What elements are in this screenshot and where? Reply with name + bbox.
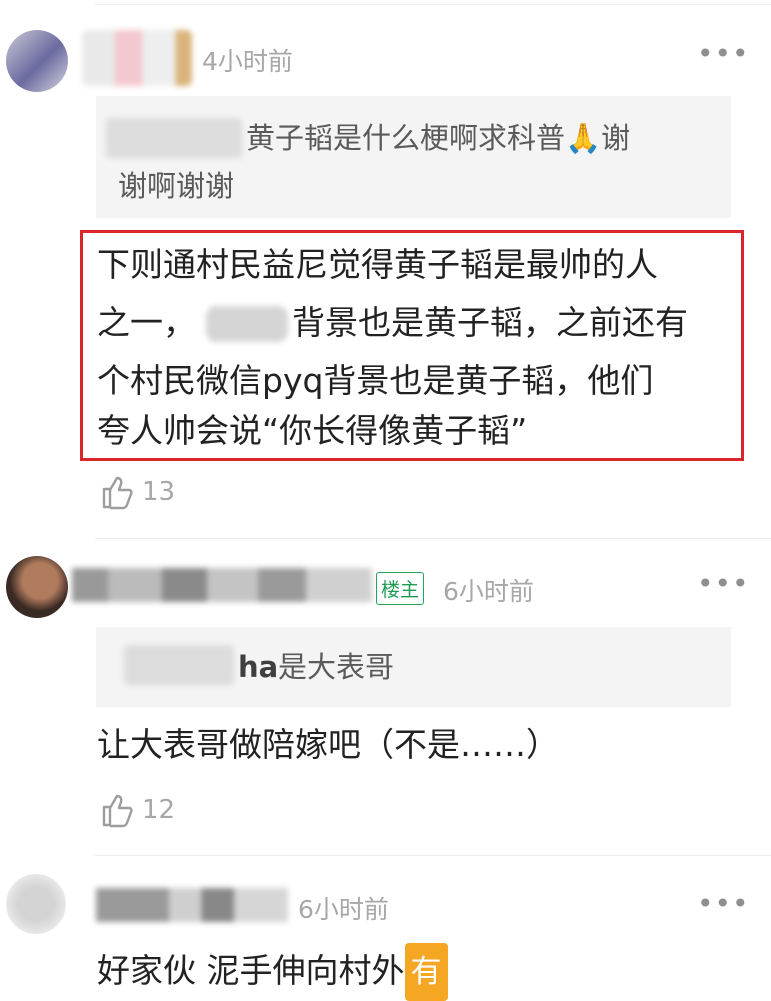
comment-line-1: 下则通村民益尼觉得黄子韬是最帅的人	[97, 245, 658, 284]
highlight-badge: 有	[404, 943, 448, 1001]
comment-text: 好家伙 泥手伸向村外	[97, 951, 405, 990]
op-badge: 楼主	[376, 572, 425, 605]
quote-text: 是大表哥	[278, 650, 395, 684]
more-dots-icon[interactable]: •••	[697, 890, 750, 918]
comment-body: 好家伙 泥手伸向村外有	[97, 942, 448, 1001]
quote-author-suffix: ha	[238, 650, 279, 684]
comment-divider	[95, 855, 771, 856]
blurred-name	[206, 306, 288, 342]
like-count: 13	[142, 477, 176, 507]
blurred-quote-author	[106, 118, 242, 158]
thumbs-up-icon	[100, 474, 134, 510]
quoted-comment[interactable]: ha 是大表哥	[96, 627, 731, 707]
comment-line-2a: 之一，	[97, 303, 196, 342]
avatar[interactable]	[6, 556, 68, 618]
comment-time: 6小时前	[298, 895, 389, 924]
comment-line-4: 夸人帅会说“你长得像黄子韬”	[97, 411, 528, 450]
avatar[interactable]	[6, 30, 68, 92]
blurred-username	[72, 568, 372, 602]
blurred-username	[82, 30, 192, 86]
like-button[interactable]: 13	[100, 474, 175, 510]
avatar[interactable]	[6, 874, 66, 934]
thumbs-up-icon	[100, 792, 134, 828]
top-divider	[95, 4, 771, 5]
more-dots-icon[interactable]: •••	[697, 570, 750, 598]
comment-divider	[95, 538, 771, 539]
comment-time: 6小时前	[443, 577, 534, 606]
like-button[interactable]: 12	[100, 792, 175, 828]
comment-body: 让大表哥做陪嫁吧（不是……）	[97, 725, 559, 764]
blurred-username	[96, 888, 288, 922]
more-dots-icon[interactable]: •••	[697, 40, 750, 68]
like-count: 12	[142, 795, 176, 825]
blurred-quote-author	[124, 645, 234, 685]
quote-line-2: 谢啊谢谢	[118, 169, 235, 203]
comment-time: 4小时前	[202, 47, 293, 76]
quote-line-1: 黄子韬是什么梗啊求科普🙏谢	[246, 121, 631, 155]
quoted-comment[interactable]: 黄子韬是什么梗啊求科普🙏谢 谢啊谢谢	[96, 96, 731, 218]
comment-line-2b: 背景也是黄子韬，之前还有	[292, 303, 688, 342]
